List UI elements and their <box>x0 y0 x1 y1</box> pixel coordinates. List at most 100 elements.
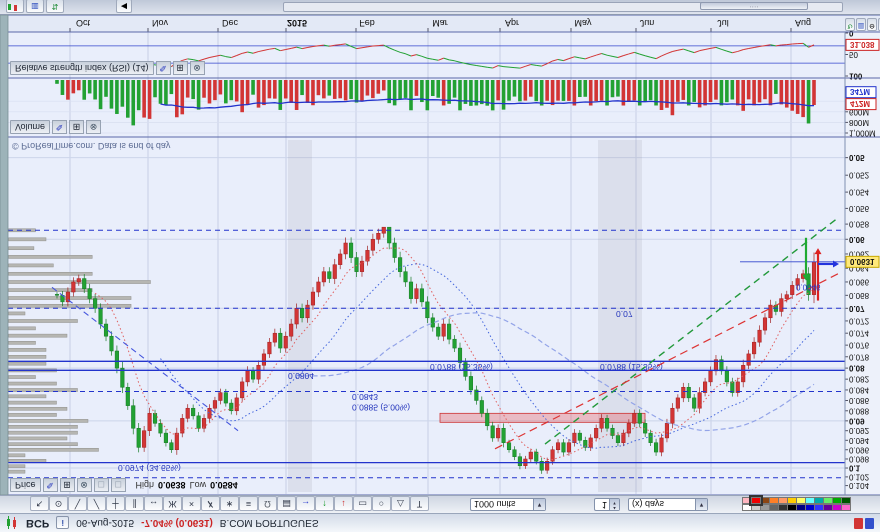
horizontal-line-tool[interactable]: ↔ <box>144 496 163 511</box>
svg-text:0.1: 0.1 <box>849 464 861 473</box>
cursor-tool[interactable]: ↖ <box>30 496 49 511</box>
close-icon[interactable]: ⊗ <box>77 478 92 492</box>
close-icon[interactable]: ⊗ <box>86 120 101 134</box>
edit-pencil-icon[interactable]: ✎ <box>43 478 58 492</box>
alert-bell-tool[interactable]: Ω <box>258 496 277 511</box>
arrow-right-tool[interactable]: → <box>296 496 315 511</box>
svg-text:0.0804: 0.0804 <box>288 371 314 381</box>
chevron-down-icon[interactable]: ▾ <box>695 499 707 510</box>
svg-text:347M: 347M <box>850 87 870 96</box>
svg-text:0.092: 0.092 <box>849 426 870 435</box>
bar-style-button[interactable]: ▥ <box>856 18 866 31</box>
svg-text:2015: 2015 <box>287 18 307 28</box>
color-swatch[interactable] <box>841 504 851 511</box>
info-button[interactable]: i <box>56 517 69 530</box>
svg-text:472M: 472M <box>850 99 870 108</box>
svg-text:0.082: 0.082 <box>849 375 870 384</box>
trendline-tool[interactable]: ╲ <box>68 496 87 511</box>
fit-chart-button[interactable]: ↻ <box>845 18 855 31</box>
svg-text:0.058: 0.058 <box>849 220 870 229</box>
quantity-stepper[interactable]: 1 ▴▾ <box>594 498 620 511</box>
prt-logo-icon <box>854 518 874 529</box>
detach-window-icon[interactable]: ⊞ <box>173 61 188 75</box>
svg-text:0.09: 0.09 <box>849 416 865 425</box>
triangle-tool[interactable]: △ <box>391 496 410 511</box>
quote-date: 06-Aug-2015 <box>76 518 134 529</box>
chevron-down-icon[interactable]: ▾ <box>533 499 545 510</box>
svg-text:0.056: 0.056 <box>849 204 870 213</box>
svg-text:0.0631: 0.0631 <box>850 257 875 266</box>
svg-text:Aug: Aug <box>795 18 811 28</box>
expand-icon[interactable]: ◻ <box>111 478 126 492</box>
svg-text:0.094: 0.094 <box>849 436 870 445</box>
svg-text:0.104: 0.104 <box>849 481 870 490</box>
svg-text:50: 50 <box>849 50 858 59</box>
svg-text:0.098: 0.098 <box>849 454 870 463</box>
svg-text:0.0788 (15.35%): 0.0788 (15.35%) <box>430 362 493 372</box>
timeframe-value: (x) days <box>629 500 695 510</box>
arrow-up-tool[interactable]: ↑ <box>315 496 334 511</box>
spin-down-icon[interactable]: ▾ <box>610 500 619 505</box>
svg-text:Nov: Nov <box>152 18 169 28</box>
close-icon[interactable]: ⊗ <box>190 61 205 75</box>
svg-text:0.0788 (15.35%): 0.0788 (15.35%) <box>600 362 663 372</box>
compare-button[interactable]: ⇅ <box>46 0 64 13</box>
svg-text:0.052: 0.052 <box>849 171 870 180</box>
edit-pencil-icon[interactable]: ✎ <box>156 61 171 75</box>
rectangle-tool[interactable]: ▭ <box>353 496 372 511</box>
svg-text:0.088: 0.088 <box>849 406 870 415</box>
timeframe-select[interactable]: (x) days ▾ <box>628 498 708 511</box>
collapse-icon[interactable]: ◻ <box>94 478 109 492</box>
rsi-pane-label[interactable]: Relative strength index (RSI) (14) <box>10 61 154 75</box>
svg-text:0.096: 0.096 <box>849 445 870 454</box>
price-pane-label[interactable]: Price <box>10 478 41 492</box>
svg-text:0.076: 0.076 <box>849 341 870 350</box>
scroll-back-button[interactable]: ◀ <box>116 0 132 13</box>
volume-pane-tab: Volume ✎ ⊞ ⊗ <box>10 120 101 134</box>
zoom-out-button[interactable]: ⊖ <box>867 18 877 31</box>
price-change: -7.04% (0.0631) <box>141 518 213 529</box>
quantity-value: 1 <box>595 499 609 510</box>
rsi-pane-tab: Relative strength index (RSI) (14) ✎ ⊞ ⊗ <box>10 61 205 75</box>
units-select[interactable]: 1000 units ▾ <box>470 498 546 511</box>
scrollbar-thumb[interactable] <box>700 2 808 10</box>
arrow-down-tool[interactable]: ↓ <box>334 496 353 511</box>
fibonacci-tool[interactable]: ≡ <box>239 496 258 511</box>
svg-text:0.0843: 0.0843 <box>352 392 378 402</box>
ellipse-tool[interactable]: ○ <box>372 496 391 511</box>
svg-text:1,000M: 1,000M <box>849 129 876 138</box>
svg-text:31.038: 31.038 <box>850 40 875 49</box>
text-tool[interactable]: T <box>410 496 429 511</box>
svg-text:0.08: 0.08 <box>849 364 865 373</box>
low-label: Low <box>190 480 207 490</box>
svg-text:0.05: 0.05 <box>849 153 865 162</box>
svg-text:0.07: 0.07 <box>849 304 865 313</box>
parallel-lines-tool[interactable]: ∥ <box>125 496 144 511</box>
detach-window-icon[interactable]: ⊞ <box>69 120 84 134</box>
svg-text:Apr: Apr <box>505 18 519 28</box>
vertical-line-tool[interactable]: ┼ <box>106 496 125 511</box>
volume-pane-label[interactable]: Volume <box>10 120 50 134</box>
note-tool[interactable]: ▤ <box>277 496 296 511</box>
units-value: 1000 units <box>471 500 533 510</box>
color-swatch[interactable] <box>751 497 761 504</box>
svg-text:0.072: 0.072 <box>849 316 870 325</box>
segment-tool[interactable]: ╱ <box>87 496 106 511</box>
candlestick-view-button[interactable] <box>6 0 24 13</box>
zoom-tool[interactable]: ⊙ <box>49 496 68 511</box>
chart-scrollbar[interactable] <box>283 2 843 12</box>
svg-text:0.07: 0.07 <box>616 309 633 319</box>
extended-cross-tool[interactable]: ✗ <box>201 496 220 511</box>
edit-pencil-icon[interactable]: ✎ <box>52 120 67 134</box>
detach-window-icon[interactable]: ⊞ <box>60 478 75 492</box>
cross-tool[interactable]: × <box>182 496 201 511</box>
svg-text:0.0885 (5.00%): 0.0885 (5.00%) <box>352 402 410 412</box>
svg-text:0.066: 0.066 <box>849 277 870 286</box>
high-value: 0.0638 <box>158 480 186 490</box>
price-pane-tab: Price ✎ ⊞ ⊗ ◻ ◻ High0.0638 Low0.0584 <box>10 478 238 492</box>
svg-text:Feb: Feb <box>359 18 375 28</box>
chart-grid-button[interactable]: ▥ <box>26 0 44 13</box>
fan-lines-tool[interactable]: Ж <box>163 496 182 511</box>
free-points-tool[interactable]: ∗ <box>220 496 239 511</box>
color-swatch[interactable] <box>841 497 851 504</box>
